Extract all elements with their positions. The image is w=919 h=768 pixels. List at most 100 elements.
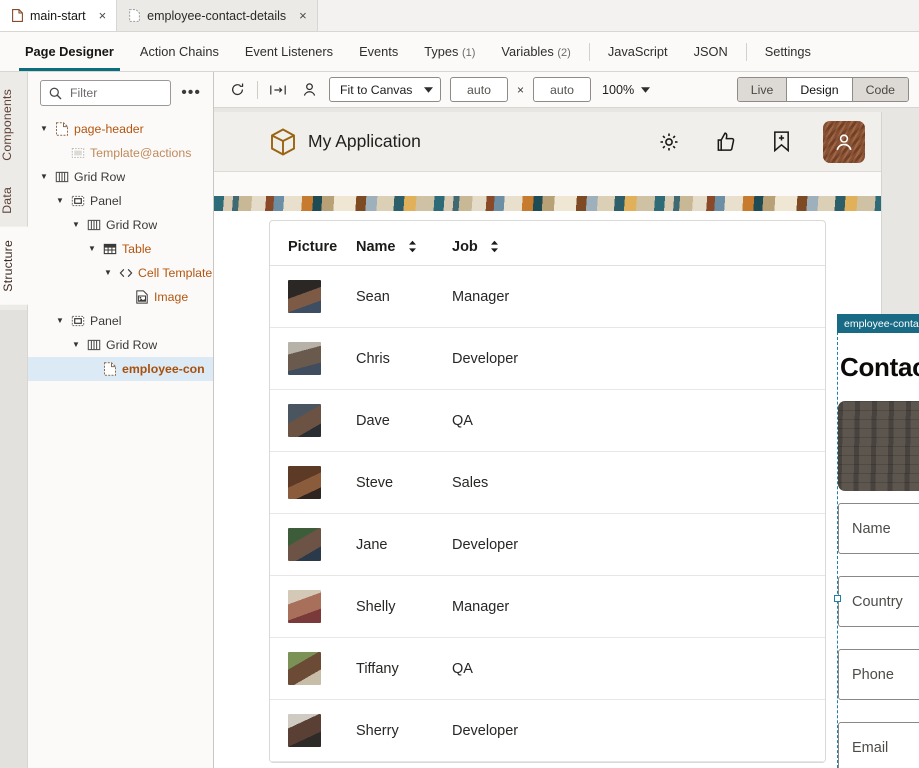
tree-node-employee-con[interactable]: ▼employee-con [28, 357, 213, 381]
refresh-icon[interactable] [226, 79, 248, 101]
table-row[interactable]: Tiffany QA [270, 637, 825, 700]
file-tab-main-start[interactable]: main-start × [0, 0, 118, 31]
tab-label: Event Listeners [244, 44, 334, 59]
photo-placeholder [838, 401, 919, 491]
fit-width-icon[interactable] [267, 79, 289, 101]
tree-node-label: Template@actions [90, 146, 192, 160]
tree-expand-caret-icon[interactable]: ▼ [38, 125, 50, 133]
gear-icon[interactable] [655, 128, 683, 156]
tree-expand-caret-icon[interactable]: ▼ [38, 173, 50, 181]
fit-to-canvas-select[interactable]: Fit to Canvas [329, 77, 441, 102]
header-spacer-band [214, 172, 881, 196]
mode-live-button[interactable]: Live [737, 78, 788, 101]
table-row[interactable]: Shelly Manager [270, 575, 825, 638]
filter-placeholder: Filter [70, 86, 98, 100]
file-tab-close-icon[interactable]: × [99, 9, 107, 22]
tab-javascript[interactable]: JavaScript [595, 32, 681, 71]
cell-name: Sherry [356, 699, 452, 762]
column-label: Name [356, 239, 396, 255]
tree-node-grid-row[interactable]: ▼ Grid Row [28, 213, 213, 237]
table-row[interactable]: Sherry Developer [270, 699, 825, 762]
tree-expand-caret-icon[interactable]: ▼ [70, 341, 82, 349]
table-row[interactable]: Chris Developer [270, 327, 825, 390]
tree-expand-caret-icon[interactable]: ▼ [86, 245, 98, 253]
tab-page-designer[interactable]: Page Designer [12, 32, 127, 71]
tree-node-label: Image [154, 290, 189, 304]
field-phone[interactable]: Phone [838, 649, 919, 700]
tree-node-cell-template[interactable]: ▼ Cell Template [28, 261, 213, 285]
column-header-job[interactable]: Job [452, 229, 825, 266]
tree-node-label: Grid Row [74, 170, 126, 184]
panel-icon [71, 314, 85, 328]
tab-bar-filler [317, 0, 919, 31]
tab-json[interactable]: JSON [681, 32, 741, 71]
tree-node-template-actions[interactable]: ▼Template@actions [28, 141, 213, 165]
tab-types[interactable]: Types (1) [411, 32, 488, 71]
cell-name: Tiffany [356, 637, 452, 700]
field-name[interactable]: Name [838, 503, 919, 554]
tree-node-panel[interactable]: ▼ Panel [28, 309, 213, 333]
sort-icon[interactable] [489, 240, 500, 253]
cell-job: Developer [452, 513, 825, 576]
editor-tab-strip: Page Designer Action Chains Event Listen… [0, 32, 919, 72]
bookmark-add-icon[interactable] [767, 128, 795, 156]
column-header-picture[interactable]: Picture [270, 229, 356, 266]
employee-contact-details-fragment[interactable]: employee-contact-details Contact Info Na… [834, 314, 919, 768]
table-row[interactable]: Dave QA [270, 389, 825, 452]
tree-node-image[interactable]: ▼Image [28, 285, 213, 309]
image-icon [136, 290, 148, 304]
tab-separator [588, 42, 590, 61]
tree-expand-caret-icon[interactable]: ▼ [102, 269, 114, 277]
employee-photo [288, 466, 321, 499]
file-tab-close-icon[interactable]: × [299, 9, 307, 22]
table-row[interactable]: Jane Developer [270, 513, 825, 576]
tree-node-label: page-header [74, 122, 144, 136]
app-title: My Application [308, 131, 421, 151]
tab-label: Page Designer [25, 44, 114, 59]
cell-name: Jane [356, 513, 452, 576]
fragment-badge[interactable]: employee-contact-details [837, 314, 919, 333]
rail-item-components[interactable]: Components [0, 76, 28, 174]
chevron-down-icon [424, 86, 433, 93]
tree-expand-caret-icon[interactable]: ▼ [70, 221, 82, 229]
table-row[interactable]: Steve Sales [270, 451, 825, 514]
mode-design-button[interactable]: Design [787, 78, 853, 101]
file-tab-employee-contact-details[interactable]: employee-contact-details × [117, 0, 318, 31]
tab-settings[interactable]: Settings [752, 32, 824, 71]
field-country[interactable]: Country [838, 576, 919, 627]
cell-picture [270, 699, 356, 762]
tree-node-table[interactable]: ▼ Table [28, 237, 213, 261]
field-email[interactable]: Email [838, 722, 919, 768]
rail-item-structure[interactable]: Structure [0, 226, 28, 305]
tab-events[interactable]: Events [346, 32, 411, 71]
canvas-width-input[interactable]: auto [450, 77, 508, 102]
cell-job: Sales [452, 451, 825, 514]
tree-node-grid-row[interactable]: ▼ Grid Row [28, 333, 213, 357]
tab-label: Events [359, 44, 399, 59]
cube-logo-icon [271, 127, 295, 156]
column-header-name[interactable]: Name [356, 229, 452, 266]
mode-code-button[interactable]: Code [852, 78, 908, 101]
tree-expand-caret-icon[interactable]: ▼ [54, 197, 66, 205]
sort-icon[interactable] [407, 240, 418, 253]
canvas-height-input[interactable]: auto [533, 77, 592, 102]
user-icon[interactable] [298, 79, 320, 101]
tab-event-listeners[interactable]: Event Listeners [232, 32, 346, 71]
code-icon [119, 266, 133, 280]
structure-overflow-menu-icon[interactable]: ••• [177, 85, 205, 101]
tree-expand-caret-icon[interactable]: ▼ [54, 317, 66, 325]
zoom-control[interactable]: 100% [602, 83, 651, 97]
filter-input[interactable]: Filter [40, 80, 172, 106]
decorative-banner [214, 196, 881, 211]
tree-node-panel[interactable]: ▼ Panel [28, 189, 213, 213]
thumbs-up-icon[interactable] [711, 128, 739, 156]
resize-handle-left[interactable] [834, 595, 841, 602]
table-row[interactable]: Sean Manager [270, 265, 825, 328]
tree-node-page-header[interactable]: ▼ page-header [28, 117, 213, 141]
tree-node-grid-row[interactable]: ▼ Grid Row [28, 165, 213, 189]
user-avatar-icon[interactable] [823, 120, 865, 163]
tab-action-chains[interactable]: Action Chains [127, 32, 232, 71]
rail-item-data[interactable]: Data [0, 174, 28, 227]
tab-variables[interactable]: Variables (2) [488, 32, 583, 71]
employee-photo [288, 714, 321, 747]
